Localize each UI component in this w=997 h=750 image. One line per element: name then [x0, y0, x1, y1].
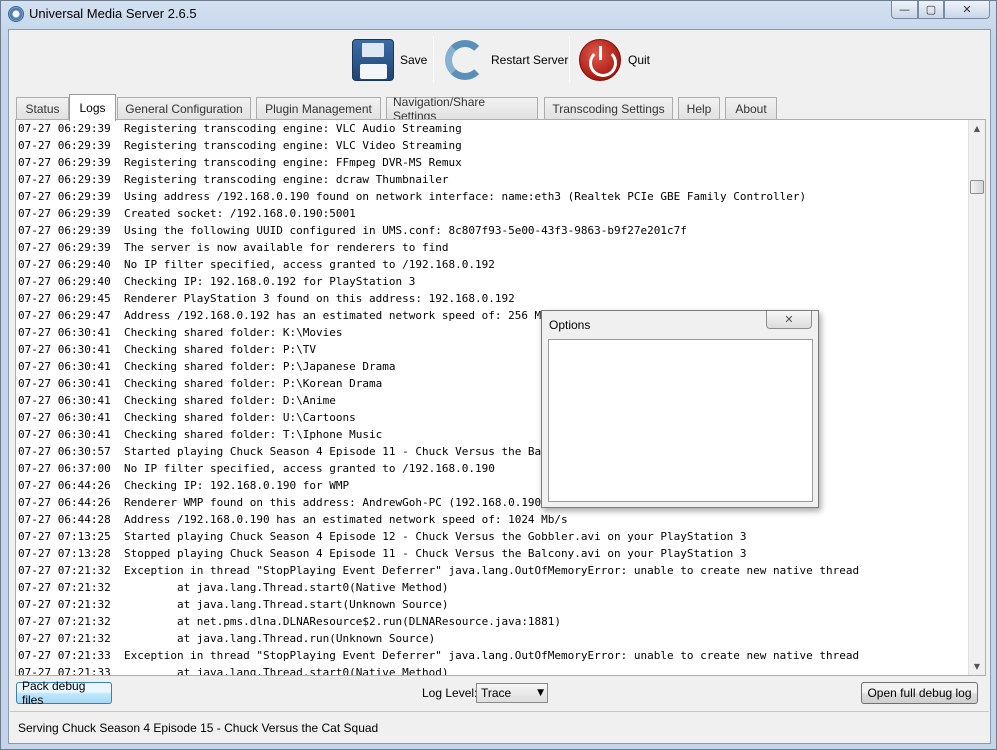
toolbar-separator: [433, 36, 434, 82]
log-line: 07-27 06:29:39 Registering transcoding e…: [18, 122, 462, 135]
log-line: 07-27 06:29:40 Checking IP: 192.168.0.19…: [18, 275, 416, 288]
status-bar: Serving Chuck Season 4 Episode 15 - Chuc…: [10, 711, 989, 743]
tab-general-configuration[interactable]: General Configuration: [117, 97, 251, 120]
quit-button[interactable]: Quit: [579, 34, 650, 86]
tab-logs[interactable]: Logs: [69, 94, 116, 121]
maximize-button[interactable]: ▢: [918, 1, 944, 19]
dropdown-arrow-icon: ▼: [537, 688, 544, 698]
log-line: 07-27 06:30:41 Checking shared folder: U…: [18, 411, 356, 424]
scroll-thumb[interactable]: [970, 180, 984, 194]
log-line: 07-27 07:21:33 at java.lang.Thread.start…: [18, 666, 449, 676]
log-level-select[interactable]: Trace ▼: [476, 683, 548, 703]
log-level-value: Trace: [481, 686, 512, 700]
log-line: 07-27 06:29:39 Registering transcoding e…: [18, 156, 462, 169]
save-button[interactable]: Save: [352, 34, 427, 86]
log-line: 07-27 07:21:32 at java.lang.Thread.start…: [18, 598, 449, 611]
log-line: 07-27 06:29:39 Using the following UUID …: [18, 224, 687, 237]
restart-server-label: Restart Server: [491, 53, 569, 67]
log-line: 07-27 06:44:26 Renderer WMP found on thi…: [18, 496, 548, 509]
log-line: 07-27 06:30:57 Started playing Chuck Sea…: [18, 445, 747, 458]
log-line: 07-27 06:29:39 Using address /192.168.0.…: [18, 190, 807, 203]
log-line: 07-27 06:29:39 The server is now availab…: [18, 241, 449, 254]
log-lines: 07-27 06:29:39 Registering transcoding e…: [18, 120, 968, 676]
restart-server-button[interactable]: Restart Server: [445, 34, 568, 86]
log-line: 07-27 06:30:41 Checking shared folder: P…: [18, 360, 396, 373]
log-line: 07-27 06:30:41 Checking shared folder: P…: [18, 377, 383, 390]
tab-help[interactable]: Help: [678, 97, 720, 120]
tab-bar: Status Logs General Configuration Plugin…: [16, 94, 986, 123]
log-level-label: Log Level:: [422, 686, 478, 700]
status-text: Serving Chuck Season 4 Episode 15 - Chuc…: [18, 721, 379, 735]
scroll-down-arrow-icon[interactable]: ▼: [969, 658, 985, 675]
app-logo-icon: [8, 6, 24, 22]
log-line: 07-27 06:29:40 No IP filter specified, a…: [18, 258, 495, 271]
tab-navigation-share-settings[interactable]: Navigation/Share Settings: [386, 95, 538, 123]
log-line: 07-27 07:21:32 at net.pms.dlna.DLNAResou…: [18, 615, 562, 628]
minimize-button[interactable]: —: [891, 1, 918, 19]
log-line: 07-27 06:29:39 Registering transcoding e…: [18, 139, 462, 152]
log-line: 07-27 06:29:45 Renderer PlayStation 3 fo…: [18, 292, 515, 305]
power-icon: [579, 39, 621, 81]
dialog-title: Options: [549, 318, 591, 332]
title-bar[interactable]: Universal Media Server 2.6.5 — ▢ ✕: [1, 1, 996, 27]
quit-label: Quit: [628, 53, 651, 67]
log-viewer[interactable]: 07-27 06:29:39 Registering transcoding e…: [15, 119, 986, 676]
log-line: 07-27 06:30:41 Checking shared folder: D…: [18, 394, 336, 407]
tab-plugin-management[interactable]: Plugin Management: [256, 97, 381, 120]
log-line: 07-27 06:30:41 Checking shared folder: T…: [18, 428, 383, 441]
log-line: 07-27 07:21:32 at java.lang.Thread.run(U…: [18, 632, 436, 645]
pack-debug-files-button[interactable]: Pack debug files: [16, 679, 112, 707]
floppy-disk-icon: [352, 39, 394, 81]
log-line: 07-27 06:29:39 Registering transcoding e…: [18, 173, 449, 186]
scroll-up-arrow-icon[interactable]: ▲: [969, 120, 985, 137]
log-line: 07-27 06:44:26 Checking IP: 192.168.0.19…: [18, 479, 350, 492]
log-line: 07-27 06:37:00 No IP filter specified, a…: [18, 462, 495, 475]
log-line: 07-27 06:30:41 Checking shared folder: P…: [18, 343, 317, 356]
dialog-content-panel: [548, 339, 813, 502]
window-title: Universal Media Server 2.6.5: [29, 6, 197, 21]
dialog-close-button[interactable]: ✕: [766, 311, 812, 329]
close-button[interactable]: ✕: [944, 1, 990, 19]
refresh-icon: [445, 40, 485, 80]
log-line: 07-27 06:30:41 Checking shared folder: K…: [18, 326, 343, 339]
tab-about[interactable]: About: [725, 97, 777, 120]
log-line: 07-27 07:21:33 Exception in thread "Stop…: [18, 649, 860, 662]
open-full-debug-log-button[interactable]: Open full debug log: [861, 682, 978, 704]
app-window: Universal Media Server 2.6.5 — ▢ ✕ Save …: [0, 0, 997, 750]
options-dialog[interactable]: Options ✕: [541, 310, 819, 508]
save-label: Save: [400, 53, 428, 67]
log-line: 07-27 07:21:32 at java.lang.Thread.start…: [18, 581, 449, 594]
log-line: 07-27 06:44:28 Address /192.168.0.190 ha…: [18, 513, 568, 526]
tab-transcoding-settings[interactable]: Transcoding Settings: [544, 97, 673, 120]
log-line: 07-27 07:21:32 Exception in thread "Stop…: [18, 564, 860, 577]
log-line: 07-27 07:13:25 Started playing Chuck Sea…: [18, 530, 747, 543]
log-line: 07-27 06:29:39 Created socket: /192.168.…: [18, 207, 356, 220]
log-line: 07-27 06:29:47 Address /192.168.0.192 ha…: [18, 309, 562, 322]
log-line: 07-27 07:13:28 Stopped playing Chuck Sea…: [18, 547, 747, 560]
toolbar-separator: [569, 36, 570, 82]
main-panel: Save Restart Server Quit Status Logs Gen…: [8, 29, 991, 744]
log-scrollbar[interactable]: ▲ ▼: [968, 120, 985, 675]
tab-status[interactable]: Status: [16, 97, 69, 120]
